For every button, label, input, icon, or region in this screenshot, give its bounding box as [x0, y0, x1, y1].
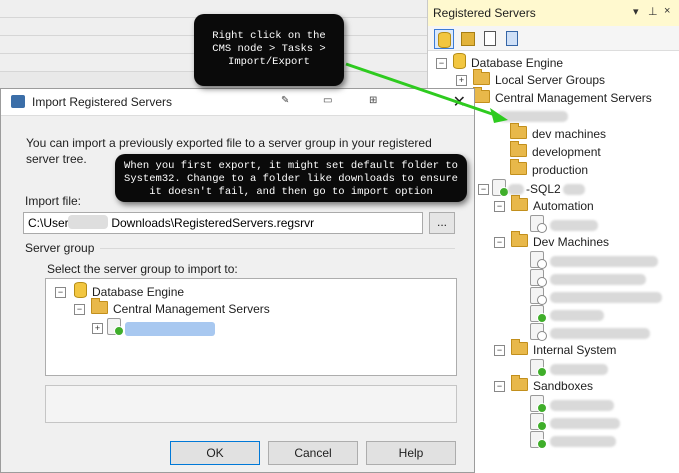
arrow-line — [345, 62, 499, 118]
arrow-head — [490, 108, 508, 123]
callout-export-note: When you first export, it might set defa… — [115, 154, 467, 202]
callout-cms-instructions: Right click on the CMS node > Tasks > Im… — [194, 14, 344, 86]
